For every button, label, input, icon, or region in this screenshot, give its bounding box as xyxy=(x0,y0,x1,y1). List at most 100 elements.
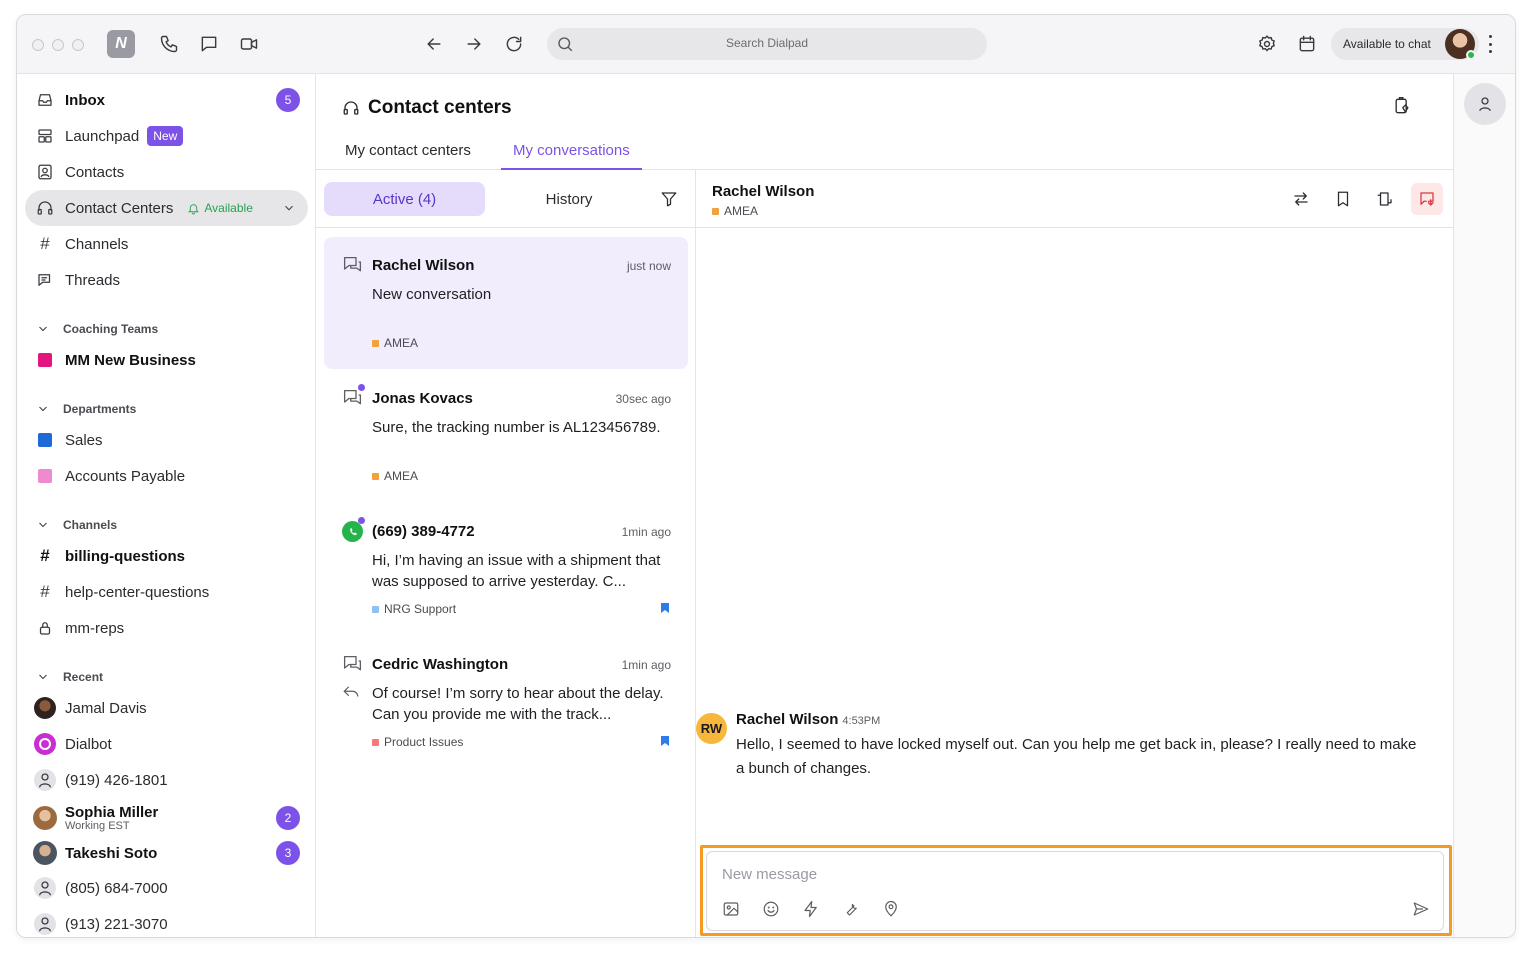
lightning-icon[interactable] xyxy=(802,900,822,920)
conversation-name: Rachel Wilson xyxy=(372,257,475,274)
tab-my-contact-centers[interactable]: My contact centers xyxy=(345,142,471,170)
end-conversation-icon[interactable] xyxy=(1411,183,1443,215)
section-header-departments[interactable]: Departments xyxy=(37,402,136,416)
sidebar-item-recent-contact[interactable]: Sophia Miller Working EST 2 xyxy=(25,798,308,838)
bell-icon xyxy=(188,203,200,214)
active-filter-button[interactable]: Active (4) xyxy=(324,182,485,216)
sidebar-item-mm-new-business[interactable]: MM New Business xyxy=(25,342,308,378)
sidebar-item-mm-reps[interactable]: mm-reps xyxy=(25,610,308,646)
dialbot-icon xyxy=(34,733,56,755)
sidebar-item-recent-contact[interactable]: Dialbot xyxy=(25,726,308,762)
hash-icon: # xyxy=(40,546,50,565)
sidebar-item-label: (913) 221-3070 xyxy=(65,915,168,933)
gear-icon[interactable] xyxy=(1256,33,1278,55)
sidebar-item-label: Channels xyxy=(65,235,129,253)
transfer-icon[interactable] xyxy=(1285,183,1317,215)
sidebar-item-label: Contact Centers xyxy=(65,199,174,217)
conversation-name: (669) 389-4772 xyxy=(372,523,475,540)
queue-tag: AMEA xyxy=(372,469,418,483)
history-filter-button[interactable]: History xyxy=(496,182,642,216)
unread-count-badge: 5 xyxy=(276,88,300,112)
phone-icon[interactable] xyxy=(158,33,180,55)
message-icon[interactable] xyxy=(198,33,220,55)
chevron-down-icon[interactable] xyxy=(282,201,296,219)
bookmark-icon[interactable] xyxy=(661,736,669,746)
clipboard-icon[interactable] xyxy=(1392,96,1414,118)
avatar xyxy=(33,806,57,830)
hash-icon: # xyxy=(40,234,50,253)
sidebar-item-help-center-questions[interactable]: # help-center-questions xyxy=(25,574,308,610)
inbox-icon xyxy=(25,91,65,109)
calendar-icon[interactable] xyxy=(1296,33,1318,55)
sidebar-item-recent-contact[interactable]: Takeshi Soto 3 xyxy=(25,835,308,871)
person-icon xyxy=(34,913,56,935)
sidebar-item-contacts[interactable]: Contacts xyxy=(25,154,308,190)
tab-bar: My contact centers My conversations xyxy=(316,140,1453,170)
sidebar-item-recent-contact[interactable]: (805) 684-7000 xyxy=(25,870,308,906)
forward-arrow-icon[interactable] xyxy=(463,33,485,55)
conversation-name: Cedric Washington xyxy=(372,656,509,673)
video-icon[interactable] xyxy=(238,33,260,55)
sidebar-item-label: Sophia Miller xyxy=(65,804,159,821)
image-icon[interactable] xyxy=(722,900,742,920)
unread-dot xyxy=(358,384,365,391)
conversation-item[interactable]: Rachel Wilson just now New conversation … xyxy=(324,237,688,369)
refresh-icon[interactable] xyxy=(503,33,525,55)
queue-tag: AMEA xyxy=(712,204,758,218)
conversation-item[interactable]: Cedric Washington 1min ago Of course! I’… xyxy=(324,636,688,768)
chat-bubbles-icon xyxy=(342,654,364,676)
search-bar[interactable]: Search Dialpad xyxy=(547,28,987,60)
sidebar-item-recent-contact[interactable]: (913) 221-3070 xyxy=(25,906,308,937)
sidebar-item-sales[interactable]: Sales xyxy=(25,422,308,458)
more-menu-icon[interactable] xyxy=(1487,35,1493,53)
bookmark-icon[interactable] xyxy=(1327,183,1359,215)
conversation-item[interactable]: (669) 389-4772 1min ago Hi, I’m having a… xyxy=(324,503,688,635)
sidebar-item-recent-contact[interactable]: (919) 426-1801 xyxy=(25,762,308,798)
sidebar-item-recent-contact[interactable]: Jamal Davis xyxy=(25,690,308,726)
person-icon xyxy=(34,769,56,791)
send-icon[interactable] xyxy=(1412,900,1432,920)
window-close-control[interactable] xyxy=(32,39,44,51)
whatsapp-icon xyxy=(342,521,363,542)
section-header-recent[interactable]: Recent xyxy=(37,670,103,684)
conversation-item[interactable]: Jonas Kovacs 30sec ago Sure, the trackin… xyxy=(324,370,688,502)
window-minimize-control[interactable] xyxy=(52,39,64,51)
conversation-time: 30sec ago xyxy=(615,392,671,406)
sidebar-item-inbox[interactable]: Inbox 5 xyxy=(25,82,308,118)
wrench-icon[interactable] xyxy=(842,900,862,920)
chevron-down-icon xyxy=(39,326,47,332)
location-pin-icon[interactable] xyxy=(882,900,902,920)
message-input[interactable]: New message xyxy=(722,866,817,883)
sidebar-item-accounts-payable[interactable]: Accounts Payable xyxy=(25,458,308,494)
sidebar-item-label: Jamal Davis xyxy=(65,699,147,717)
conversation-time: 1min ago xyxy=(621,658,671,672)
section-header-coaching-teams[interactable]: Coaching Teams xyxy=(37,322,158,336)
sidebar-item-contact-centers[interactable]: Contact Centers Available xyxy=(25,190,308,226)
contacts-icon xyxy=(25,163,65,181)
contact-profile-button[interactable] xyxy=(1464,83,1506,125)
message-text: Hello, I seemed to have locked myself ou… xyxy=(736,736,1417,777)
sidebar-item-billing-questions[interactable]: # billing-questions xyxy=(25,538,308,574)
window-maximize-control[interactable] xyxy=(72,39,84,51)
emoji-icon[interactable] xyxy=(762,900,782,920)
user-avatar[interactable] xyxy=(1445,29,1476,60)
queue-tag: NRG Support xyxy=(372,602,456,616)
sidebar-item-threads[interactable]: Threads xyxy=(25,262,308,298)
chat-header: Rachel Wilson AMEA xyxy=(696,170,1453,228)
bookmark-icon[interactable] xyxy=(661,603,669,613)
sidebar-item-label: MM New Business xyxy=(65,351,196,369)
conversation-list: Active (4) History Rachel Wilson just no… xyxy=(316,170,696,937)
sidebar-item-channels[interactable]: # Channels xyxy=(25,226,308,262)
filter-icon[interactable] xyxy=(660,190,680,210)
sidebar-item-label: help-center-questions xyxy=(65,583,210,601)
app-window: N Search Dialpad Available to chat Inbox… xyxy=(16,14,1516,938)
sidebar-item-label: Dialbot xyxy=(65,735,112,753)
tab-my-conversations[interactable]: My conversations xyxy=(501,142,642,170)
message-composer[interactable]: New message xyxy=(706,851,1444,931)
sidebar-item-launchpad[interactable]: Launchpad New xyxy=(25,118,308,154)
back-arrow-icon[interactable] xyxy=(423,33,445,55)
wrap-up-icon[interactable] xyxy=(1369,183,1401,215)
unread-count-badge: 3 xyxy=(276,841,300,865)
section-header-channels[interactable]: Channels xyxy=(37,518,117,532)
sidebar-item-label: mm-reps xyxy=(65,619,125,637)
